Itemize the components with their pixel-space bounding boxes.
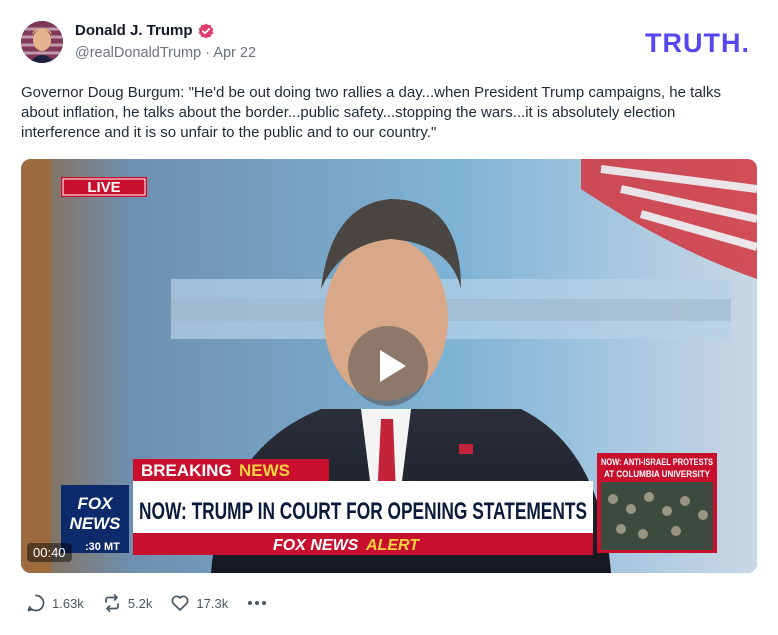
reply-count: 1.63k xyxy=(52,595,84,611)
like-icon xyxy=(171,595,189,611)
reply-icon xyxy=(27,594,45,612)
network-line2: NEWS xyxy=(70,514,122,533)
headline-text: NOW: TRUMP IN COURT FOR OPENING STATEMEN… xyxy=(139,498,587,525)
video-duration: 00:40 xyxy=(27,543,72,562)
video-player[interactable]: LIVE BREAKING NEWS NOW: TRUMP IN COURT F… xyxy=(21,159,757,573)
author-name[interactable]: Donald J. Trump xyxy=(75,22,193,39)
breaking-text: BREAKING xyxy=(141,461,232,480)
more-icon[interactable] xyxy=(246,595,268,611)
reply-button[interactable]: 1.63k xyxy=(26,593,84,613)
like-button[interactable]: 17.3k xyxy=(170,593,228,613)
verified-badge-icon xyxy=(198,23,214,39)
news-text: NEWS xyxy=(239,461,290,480)
time-label: :30 MT xyxy=(85,541,120,553)
retruth-icon xyxy=(104,594,119,612)
truth-logo[interactable]: TRUTH. xyxy=(645,26,758,58)
network-line1: FOX xyxy=(78,494,115,513)
side-banner-line1: NOW: ANTI-ISRAEL PROTESTS xyxy=(601,457,713,467)
alert-word: ALERT xyxy=(365,537,420,554)
post-text: Governor Doug Burgum: "He'd be out doing… xyxy=(21,84,721,141)
retruth-count: 5.2k xyxy=(127,595,153,611)
meta-separator: · xyxy=(205,45,211,61)
like-count: 17.3k xyxy=(196,595,229,611)
avatar[interactable] xyxy=(21,21,63,63)
retruth-button[interactable]: 5.2k xyxy=(102,593,153,613)
author-handle[interactable]: @realDonaldTrump xyxy=(75,45,201,61)
play-icon[interactable] xyxy=(348,326,428,406)
side-banner-line2: AT COLUMBIA UNIVERSITY xyxy=(604,469,710,479)
live-badge: LIVE xyxy=(87,179,120,196)
logo-text: TRUTH. xyxy=(645,28,750,58)
avatar-image xyxy=(21,21,63,63)
alert-prefix: FOX NEWS xyxy=(273,537,359,554)
post-date[interactable]: Apr 22 xyxy=(213,45,256,61)
